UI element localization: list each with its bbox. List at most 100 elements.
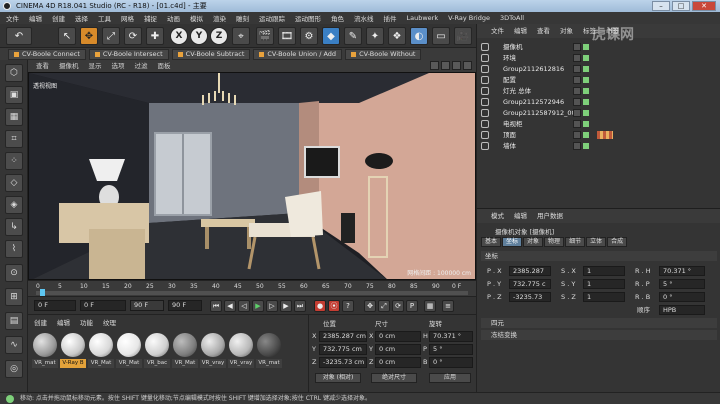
keyframe-selection-icon[interactable]: ?: [342, 300, 354, 312]
polygons-mode-icon[interactable]: ◈: [5, 196, 23, 214]
menu-create[interactable]: 创建: [52, 13, 65, 23]
object-row[interactable]: 顶面: [481, 130, 717, 140]
enabled-check-icon[interactable]: [583, 143, 589, 149]
parameter-key-icon[interactable]: P: [406, 300, 418, 312]
tab-coordinates[interactable]: 坐标: [502, 237, 523, 247]
visibility-toggle[interactable]: [573, 98, 581, 106]
tag-icons[interactable]: [597, 131, 613, 139]
object-row[interactable]: 墙体: [481, 141, 717, 151]
viewport-menu-cameras[interactable]: 摄像机: [59, 60, 79, 72]
spline-icon[interactable]: ∿: [5, 336, 23, 354]
material-swatch[interactable]: VR_mat: [32, 331, 58, 377]
prev-key-icon[interactable]: ◀: [224, 300, 236, 312]
subdivision-icon[interactable]: ✦: [366, 27, 384, 45]
max-frame-field[interactable]: 90 F: [168, 300, 202, 311]
quaternion-fold[interactable]: 四元: [481, 318, 717, 328]
menu-vray-bridge[interactable]: V-Ray Bridge: [448, 14, 490, 22]
menu-render[interactable]: 渲染: [213, 13, 226, 23]
grid-icon[interactable]: ▤: [5, 312, 23, 330]
viewport-menu-panel[interactable]: 面板: [158, 60, 171, 72]
om-menu-edit[interactable]: 编辑: [514, 24, 527, 38]
snap-settings-icon[interactable]: ⊙: [5, 264, 23, 282]
menu-file[interactable]: 文件: [6, 13, 19, 23]
enabled-check-icon[interactable]: [583, 121, 589, 127]
material-swatch[interactable]: VR_vray: [228, 331, 254, 377]
size-mode-dropdown[interactable]: 绝对尺寸: [371, 373, 417, 383]
visibility-toggle[interactable]: [573, 120, 581, 128]
menu-3dtoall[interactable]: 3DToAll: [500, 14, 524, 22]
enabled-check-icon[interactable]: [583, 110, 589, 116]
menu-edit[interactable]: 编辑: [29, 13, 42, 23]
position-y-field[interactable]: 732.775 cm: [319, 344, 367, 355]
switch-view-icon[interactable]: [463, 61, 472, 70]
z-axis-button[interactable]: Z: [210, 27, 228, 45]
recent-tool-icon[interactable]: ✚: [146, 27, 164, 45]
menu-laubwerk[interactable]: Laubwerk: [407, 14, 439, 22]
position-x-field[interactable]: 2385.287 cm: [319, 331, 367, 342]
visibility-toggle[interactable]: [573, 76, 581, 84]
rotation-h-field[interactable]: 70.371 °: [429, 331, 473, 342]
coordinate-system-icon[interactable]: ⌖: [232, 27, 250, 45]
menu-motion-tracking[interactable]: 运动跟踪: [259, 13, 285, 23]
apply-button[interactable]: 应用: [429, 373, 471, 383]
menu-pipeline[interactable]: 流水线: [354, 13, 374, 23]
s-z-field[interactable]: 1: [583, 292, 625, 302]
object-row[interactable]: 电视柜: [481, 119, 717, 129]
viewport-menu-view[interactable]: 查看: [36, 60, 49, 72]
viewport-menu-filter[interactable]: 过滤: [135, 60, 148, 72]
cube-icon[interactable]: ◆: [322, 27, 340, 45]
enabled-check-icon[interactable]: [583, 132, 589, 138]
edges-mode-icon[interactable]: ◇: [5, 174, 23, 192]
render-view-icon[interactable]: 🎬: [256, 27, 274, 45]
visibility-toggle[interactable]: [573, 65, 581, 73]
scale-icon[interactable]: ⤢: [102, 27, 120, 45]
size-z-field[interactable]: 0 cm: [375, 357, 421, 368]
r-h-field[interactable]: 70.371 °: [659, 266, 705, 276]
rotation-key-icon[interactable]: ⟳: [392, 300, 404, 312]
timeline-menu-icon[interactable]: ≡: [442, 300, 454, 312]
viewport-menu-options[interactable]: 选项: [112, 60, 125, 72]
menu-snap[interactable]: 捕捉: [144, 13, 157, 23]
enabled-check-icon[interactable]: [583, 66, 589, 72]
object-row[interactable]: Group2112587912_001: [481, 108, 717, 118]
timeline-track[interactable]: [36, 291, 468, 295]
render-picture-viewer-icon[interactable]: 🎞: [278, 27, 296, 45]
object-row[interactable]: 配置: [481, 75, 717, 85]
om-menu-file[interactable]: 文件: [491, 24, 504, 38]
next-key-icon[interactable]: ▶: [280, 300, 292, 312]
menu-tools[interactable]: 工具: [98, 13, 111, 23]
tab-basic[interactable]: 基本: [481, 237, 502, 247]
cv-boole-subtract-button[interactable]: CV-Boole Subtract: [171, 49, 251, 60]
material-menu-texture[interactable]: 纹理: [103, 317, 116, 327]
prev-frame-icon[interactable]: ◁: [238, 300, 250, 312]
s-x-field[interactable]: 1: [583, 266, 625, 276]
visibility-toggle[interactable]: [573, 54, 581, 62]
menu-plugins[interactable]: 插件: [384, 13, 397, 23]
tab-details[interactable]: 细节: [565, 237, 586, 247]
object-row[interactable]: 环境: [481, 53, 717, 63]
p-y-field[interactable]: 732.775 c: [509, 279, 551, 289]
visibility-toggle[interactable]: [573, 131, 581, 139]
y-axis-button[interactable]: Y: [190, 27, 208, 45]
visibility-toggle[interactable]: [573, 43, 581, 51]
cv-boole-union-button[interactable]: CV-Boole Union / Add: [253, 49, 343, 60]
material-swatch[interactable]: VR_vray: [200, 331, 226, 377]
size-x-field[interactable]: 0 cm: [375, 331, 421, 342]
menu-mograph[interactable]: 运动图形: [295, 13, 321, 23]
array-icon[interactable]: ❖: [388, 27, 406, 45]
material-swatch[interactable]: VR_bac: [144, 331, 170, 377]
position-key-icon[interactable]: ✥: [364, 300, 376, 312]
rotation-order-dropdown[interactable]: HPB: [659, 305, 705, 315]
live-select-icon[interactable]: ↖: [58, 27, 76, 45]
menu-simulate[interactable]: 模拟: [190, 13, 203, 23]
position-z-field[interactable]: -3235.73 cm: [319, 357, 367, 368]
workplane-icon[interactable]: ⌗: [5, 130, 23, 148]
menu-character[interactable]: 角色: [331, 13, 344, 23]
rotation-p-field[interactable]: 5 °: [429, 344, 473, 355]
maximize-button[interactable]: □: [672, 1, 690, 11]
p-x-field[interactable]: 2385.287: [509, 266, 551, 276]
points-mode-icon[interactable]: ⁘: [5, 152, 23, 170]
material-menu-create[interactable]: 创建: [34, 317, 47, 327]
orbit-icon[interactable]: [452, 61, 461, 70]
timeline[interactable]: 0 5 10 15 20 25 30 35 40 45 50 55 60 65 …: [28, 280, 476, 297]
